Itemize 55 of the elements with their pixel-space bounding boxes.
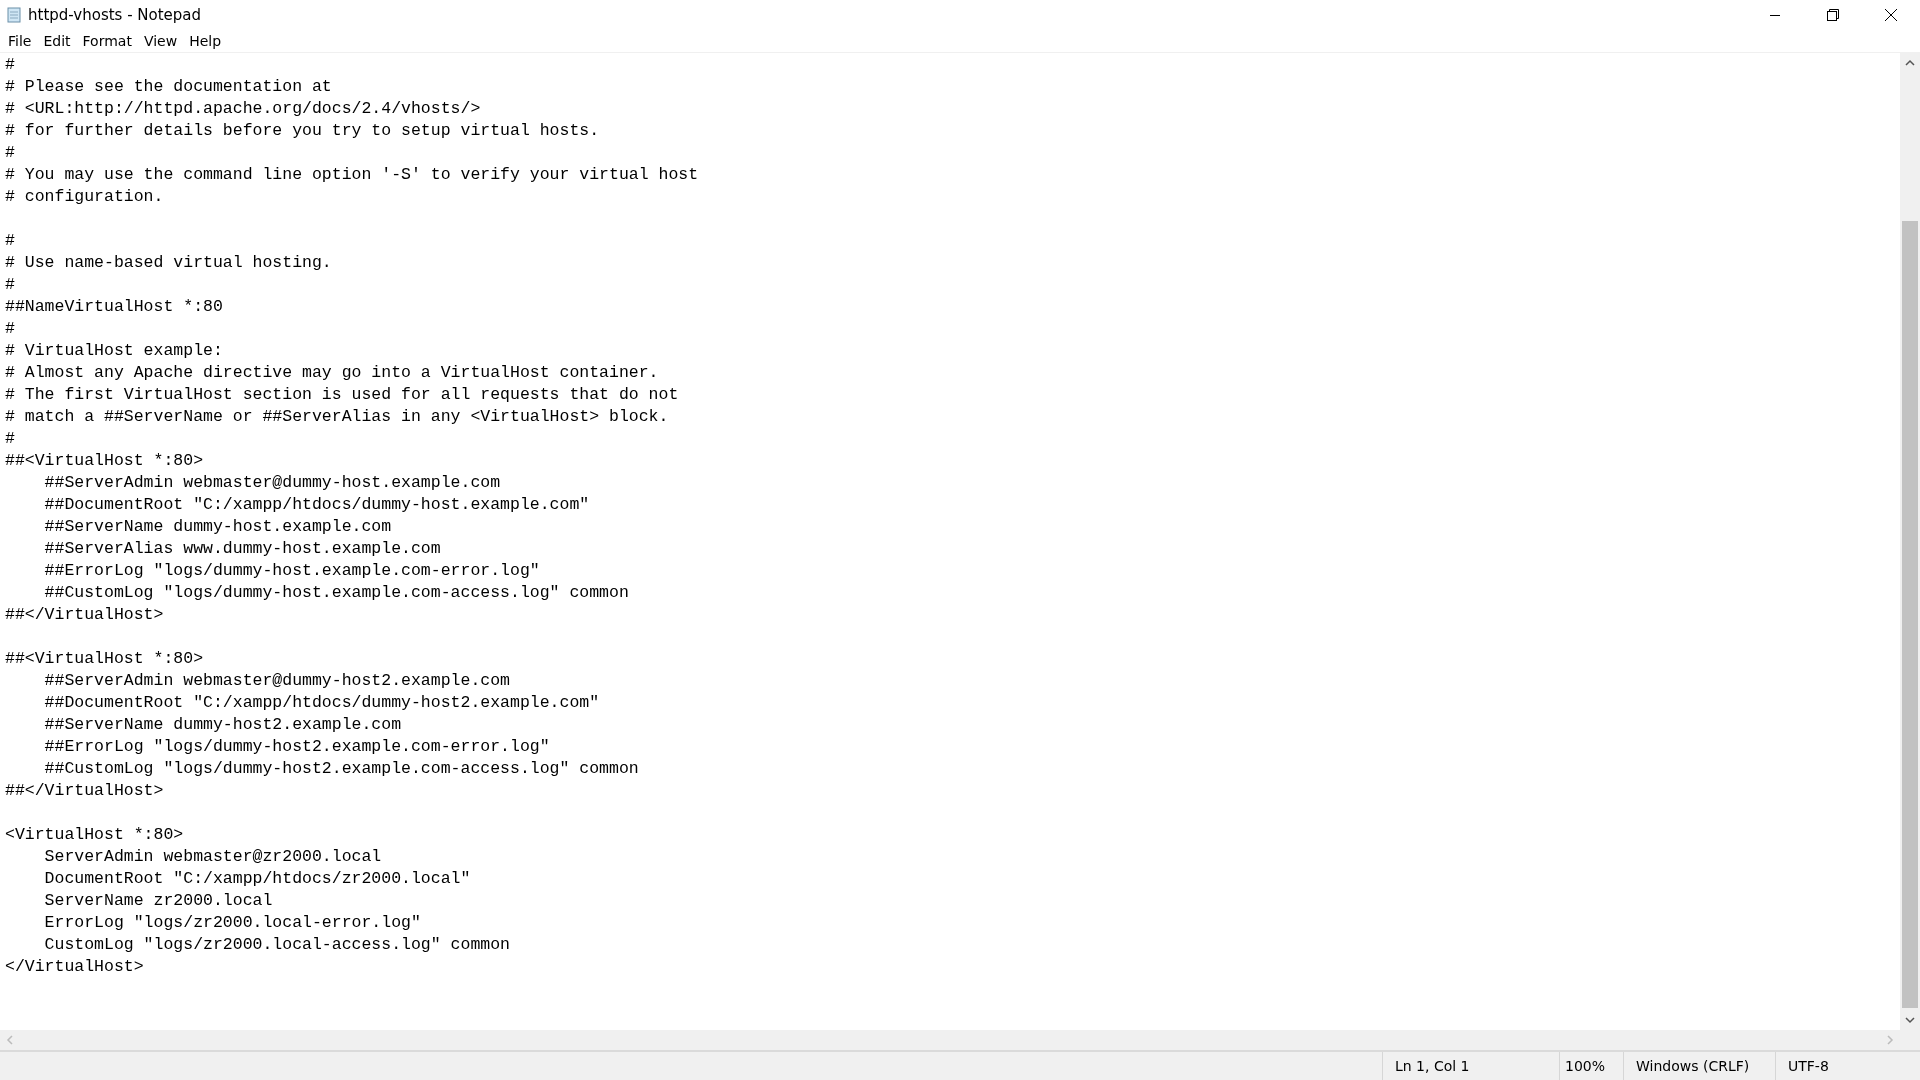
code-line: </VirtualHost> xyxy=(5,956,145,978)
code-line: ##ErrorLog "logs/dummy-host.example.com-error.log" xyxy=(43,560,541,582)
code-line: # Almost any Apache directive may go into a VirtualHost container. xyxy=(5,362,660,384)
menu-item[interactable]: File xyxy=(2,33,38,49)
notepad-icon xyxy=(6,7,22,23)
code-line: ##CustomLog "logs/dummy-host.example.com-access.log" common xyxy=(43,582,630,604)
code-line: # for further details before you try to setup virtual hosts. xyxy=(5,120,601,142)
line-ending-type: Windows (CRLF) xyxy=(1636,1058,1750,1074)
close-icon[interactable] xyxy=(1885,9,1897,21)
code-line: # match a ##ServerName or ##ServerAlias in any <VirtualHost> block. xyxy=(5,406,670,428)
code-line: ##DocumentRoot "C:/xampp/htdocs/dummy-host.example.com" xyxy=(43,494,591,516)
code-line: ##ServerAdmin webmaster@dummy-host2.example.com xyxy=(43,670,511,692)
encoding-label: UTF-8 xyxy=(1788,1058,1829,1074)
code-line: # <URL:http://httpd.apache.org/docs/2.4/vhosts/> xyxy=(5,98,482,120)
code-line: ##ServerName dummy-host2.example.com xyxy=(43,714,403,736)
code-line: ##</VirtualHost> xyxy=(5,604,165,626)
code-line: ##ErrorLog "logs/dummy-host2.example.com-error.log" xyxy=(43,736,551,758)
code-line: # configuration. xyxy=(5,186,165,208)
code-line: # xyxy=(5,318,16,340)
code-line: # Please see the documentation at xyxy=(5,76,333,98)
code-line: ##ServerName dummy-host.example.com xyxy=(43,516,393,538)
vertical-scrollbar[interactable] xyxy=(1900,53,1920,1030)
menu-item[interactable]: Edit xyxy=(37,33,77,49)
scrollbar-thumb[interactable] xyxy=(1902,221,1918,1008)
code-line: # xyxy=(5,54,16,76)
code-line: ServerAdmin webmaster@zr2000.local xyxy=(43,846,383,868)
code-line: ##<VirtualHost *:80> xyxy=(5,648,205,670)
code-line: <VirtualHost *:80> xyxy=(5,824,185,846)
code-line: # Use name-based virtual hosting. xyxy=(5,252,333,274)
code-line: ##CustomLog "logs/dummy-host2.example.com-access.log" common xyxy=(43,758,640,780)
code-line: # The first VirtualHost section is used for all requests that do not xyxy=(5,384,680,406)
restore-icon[interactable] xyxy=(1827,9,1839,21)
zoom-level: 100% xyxy=(1565,1058,1606,1074)
code-line: # You may use the command line option '-S' to verify your virtual host xyxy=(5,164,700,186)
cursor-position: Ln 1, Col 1 xyxy=(1395,1058,1470,1074)
code-line: # xyxy=(5,428,16,450)
code-line: ##NameVirtualHost *:80 xyxy=(5,296,224,318)
code-line: ##ServerAdmin webmaster@dummy-host.example.com xyxy=(43,472,502,494)
menu-item[interactable]: Format xyxy=(76,33,138,49)
code-line: ##DocumentRoot "C:/xampp/htdocs/dummy-host2.example.com" xyxy=(43,692,601,714)
code-line: # xyxy=(5,230,16,252)
code-line: ErrorLog "logs/zr2000.local-error.log" xyxy=(43,912,422,934)
code-line: ServerName zr2000.local xyxy=(43,890,274,912)
horizontal-scrollbar[interactable] xyxy=(0,1030,1900,1050)
menu-item[interactable]: Help xyxy=(183,33,228,49)
code-line: # VirtualHost example: xyxy=(5,340,224,362)
code-line: CustomLog "logs/zr2000.local-access.log" common xyxy=(43,934,511,956)
code-line: DocumentRoot "C:/xampp/htdocs/zr2000.local" xyxy=(43,868,472,890)
menu-item[interactable]: View xyxy=(137,33,184,49)
code-line: # xyxy=(5,142,16,164)
code-line: ##</VirtualHost> xyxy=(5,780,165,802)
window-title: httpd-vhosts - Notepad xyxy=(28,6,202,24)
code-line: ##ServerAlias www.dummy-host.example.com xyxy=(43,538,442,560)
code-line: # xyxy=(5,274,16,296)
code-line: ##<VirtualHost *:80> xyxy=(5,450,205,472)
